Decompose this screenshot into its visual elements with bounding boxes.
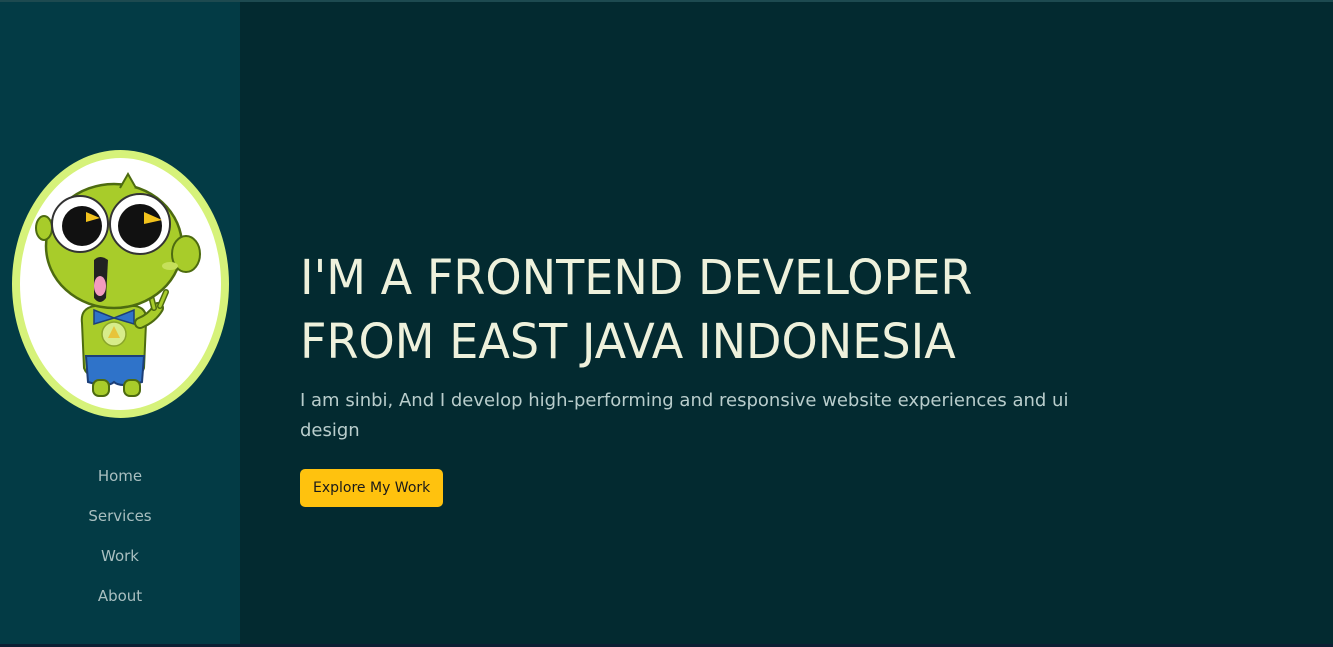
mascot-image	[35, 171, 201, 397]
profile-avatar	[12, 150, 229, 418]
hero-section: I'M A FRONTEND DEVELOPER FROM EAST JAVA …	[240, 2, 1333, 644]
explore-work-button[interactable]: Explore My Work	[300, 469, 444, 507]
nav-item-home[interactable]: Home	[0, 456, 240, 496]
nav-item-about[interactable]: About	[0, 576, 240, 616]
hero-subtitle: I am sinbi, And I develop high-performin…	[300, 390, 1069, 441]
sidebar: Home Services Work About	[0, 2, 240, 644]
sidebar-nav: Home Services Work About	[0, 456, 240, 616]
nav-item-services[interactable]: Services	[0, 496, 240, 536]
page: Home Services Work About I'M A FRONTEND …	[0, 0, 1333, 647]
hero-headline: I'M A FRONTEND DEVELOPER FROM EAST JAVA …	[300, 246, 1164, 374]
hero-headline-line2: FROM EAST JAVA INDONESIA	[300, 314, 956, 370]
hero-headline-line1: I'M A FRONTEND DEVELOPER	[300, 250, 973, 306]
nav-item-work[interactable]: Work	[0, 536, 240, 576]
